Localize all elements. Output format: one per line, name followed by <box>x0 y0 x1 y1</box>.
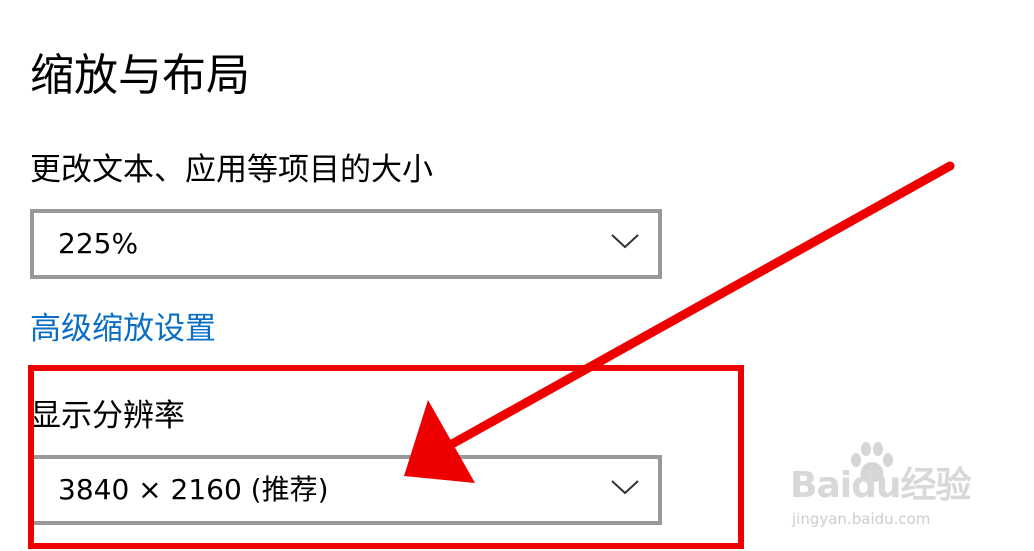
watermark: Baidu经验 jingyan.baidu.com <box>790 440 990 530</box>
advanced-scaling-link[interactable]: 高级缩放设置 <box>30 307 216 351</box>
watermark-url: jingyan.baidu.com <box>792 510 931 528</box>
watermark-brand: Baidu经验 <box>790 465 971 506</box>
display-settings-page: 缩放与布局 更改文本、应用等项目的大小 225% 高级缩放设置 显示分辨率 38… <box>0 0 1034 551</box>
scale-label: 更改文本、应用等项目的大小 <box>30 152 433 188</box>
section-title: 缩放与布局 <box>30 50 250 101</box>
chevron-down-icon <box>611 234 639 249</box>
annotation-highlight-box <box>28 365 744 549</box>
scale-dropdown[interactable]: 225% <box>30 209 662 279</box>
scale-dropdown-value: 225% <box>58 227 139 260</box>
